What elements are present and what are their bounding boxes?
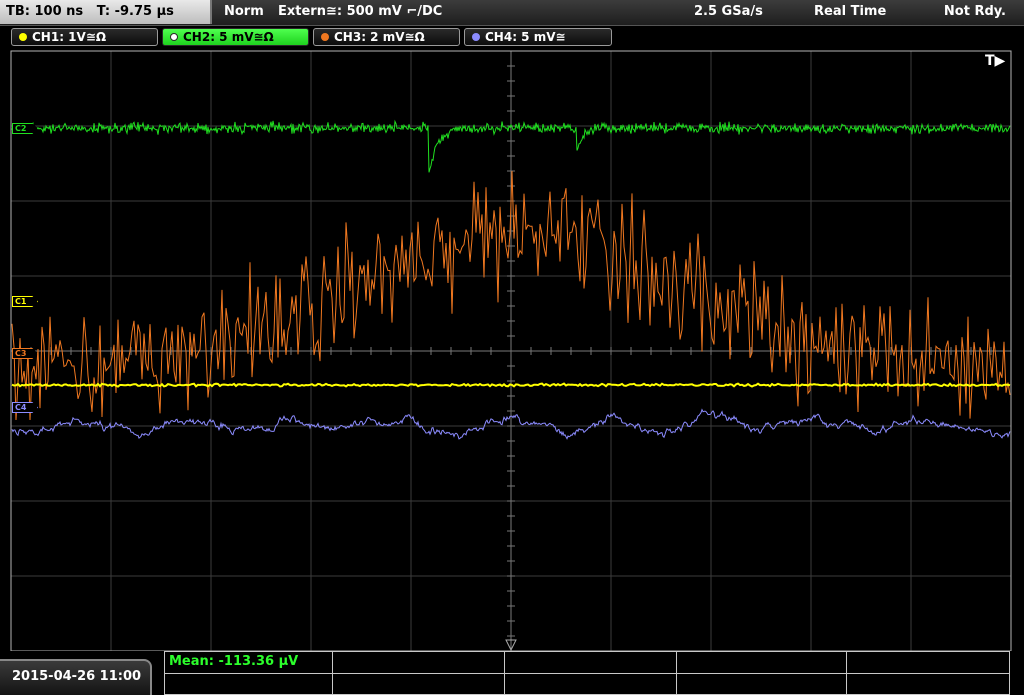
measurement-cell[interactable]: [333, 674, 505, 694]
measurement-cell[interactable]: [333, 652, 505, 674]
trigger-position-label: T▶: [985, 53, 1006, 69]
graticule: [10, 50, 1012, 652]
bottom-bar: 2015-04-26 11:00 Mean: -113.36 µV: [0, 651, 1024, 695]
oscilloscope-screen: TB: 100 ns T: -9.75 µs Norm Extern≅: 500…: [0, 0, 1024, 695]
measurement-cell[interactable]: [847, 652, 1009, 674]
measurement-table[interactable]: Mean: -113.36 µV: [164, 651, 1010, 695]
measurement-cell[interactable]: [677, 652, 847, 674]
measurement-cell[interactable]: [505, 674, 677, 694]
measurement-cell[interactable]: [677, 674, 847, 694]
measurement-cell[interactable]: [847, 674, 1009, 694]
measurement-cell[interactable]: [165, 674, 333, 694]
waveform-display[interactable]: [0, 0, 1024, 695]
measurement-cell[interactable]: [505, 652, 677, 674]
measurement-mean[interactable]: Mean: -113.36 µV: [165, 652, 333, 674]
date-time: 2015-04-26 11:00: [0, 659, 152, 695]
